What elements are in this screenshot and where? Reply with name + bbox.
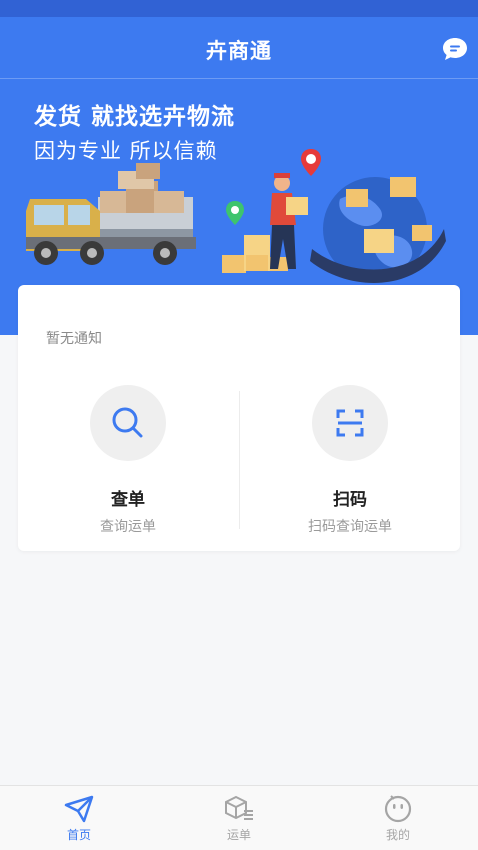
chat-bubble-icon bbox=[443, 38, 467, 60]
tab-mine-label: 我的 bbox=[385, 828, 410, 842]
tab-home[interactable]: 首页 bbox=[39, 794, 119, 843]
globe-illustration bbox=[310, 177, 446, 283]
scan-code-subtitle: 扫码查询运单 bbox=[308, 519, 392, 535]
status-bar bbox=[0, 0, 478, 17]
tab-home-label: 首页 bbox=[66, 828, 91, 842]
package-list-icon bbox=[225, 795, 253, 820]
query-order-icon-circle bbox=[90, 385, 166, 461]
divider bbox=[239, 391, 240, 529]
main-card: 暂无通知 查单 查询运单 扫码 扫码查询运单 bbox=[18, 285, 460, 551]
face-icon bbox=[384, 795, 412, 823]
tab-waybill-label: 运单 bbox=[226, 828, 251, 842]
tab-mine[interactable]: 我的 bbox=[358, 794, 438, 843]
scan-code-title: 扫码 bbox=[333, 490, 367, 510]
message-button[interactable] bbox=[442, 37, 468, 61]
search-icon bbox=[112, 407, 143, 438]
scan-code-icon-circle bbox=[312, 385, 388, 461]
query-order-subtitle: 查询运单 bbox=[100, 519, 156, 535]
tab-waybill[interactable]: 运单 bbox=[199, 794, 279, 843]
truck-illustration bbox=[26, 163, 196, 265]
page-title: 卉商通 bbox=[206, 39, 272, 63]
paper-plane-icon bbox=[64, 795, 94, 823]
query-order-title: 查单 bbox=[111, 490, 145, 510]
tab-bar: 首页 运单 我的 bbox=[0, 785, 478, 850]
scan-code-button[interactable]: 扫码 扫码查询运单 bbox=[260, 385, 440, 536]
notice-text: 暂无通知 bbox=[46, 331, 102, 347]
query-order-button[interactable]: 查单 查询运单 bbox=[38, 385, 218, 536]
nav-bar: 卉商通 bbox=[0, 17, 478, 79]
scan-icon bbox=[336, 409, 364, 437]
